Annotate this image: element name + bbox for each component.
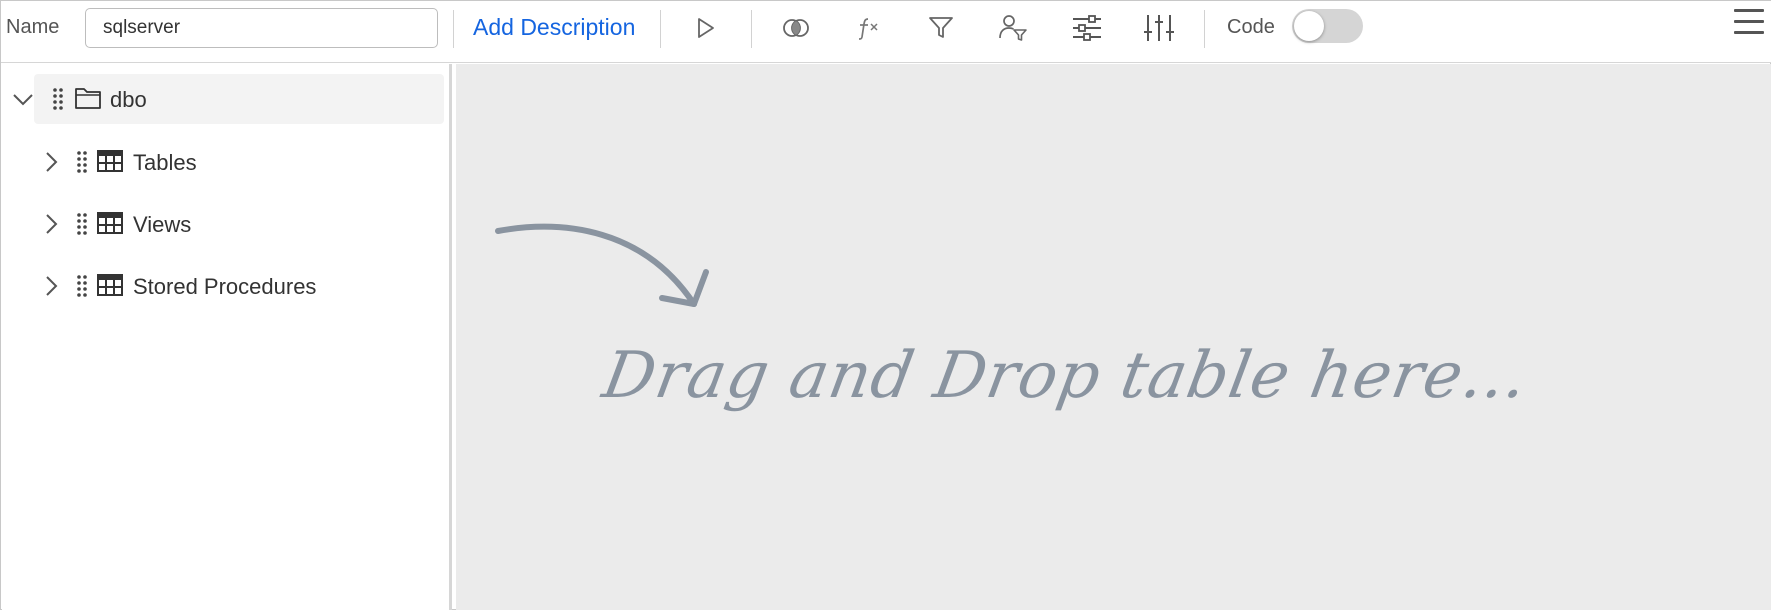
toggle-knob	[1294, 11, 1324, 41]
table-icon	[97, 150, 123, 172]
tree-node-dbo[interactable]: dbo	[34, 74, 444, 124]
drag-handle-icon[interactable]	[52, 87, 64, 111]
menu-button[interactable]	[1732, 6, 1766, 38]
run-icon	[698, 18, 714, 38]
drag-handle-icon[interactable]	[76, 212, 88, 236]
function-icon	[858, 18, 878, 40]
drag-handle-icon[interactable]	[76, 150, 88, 174]
toolbar-separator	[660, 10, 661, 48]
curved-arrow-icon	[495, 223, 709, 307]
tree-node-label: Stored Procedures	[133, 274, 317, 299]
add-description-link[interactable]: Add Description	[473, 14, 635, 41]
code-toggle[interactable]	[1292, 9, 1363, 43]
table-icon	[97, 274, 123, 296]
table-icon	[97, 212, 123, 234]
schema-tree-panel: dbo Tables Views Stored Procedures	[2, 64, 452, 610]
settings-icon	[1073, 15, 1101, 41]
tree-node-views[interactable]: Views	[72, 199, 442, 249]
filter-button[interactable]	[919, 9, 963, 47]
menu-icon	[1734, 9, 1764, 12]
tree-node-label: Views	[133, 212, 192, 237]
name-label: Name	[6, 16, 60, 38]
chevron-right-icon[interactable]	[39, 274, 63, 298]
query-designer-window: Name Add Description	[0, 0, 1771, 610]
chevron-right-icon[interactable]	[39, 212, 63, 236]
function-button[interactable]	[848, 9, 892, 47]
toolbar-separator	[453, 10, 454, 48]
chevron-right-icon[interactable]	[39, 150, 63, 174]
toolbar-separator	[751, 10, 752, 48]
drop-hint-text: Drag and Drop table here...	[597, 339, 1534, 413]
name-input[interactable]	[85, 8, 438, 48]
join-icon	[783, 19, 809, 37]
toolbar: Name Add Description	[1, 1, 1771, 63]
tree-node-label: Tables	[133, 150, 197, 175]
tree-node-stored-procedures[interactable]: Stored Procedures	[72, 261, 442, 311]
drag-handle-icon[interactable]	[76, 274, 88, 298]
sort-button[interactable]	[1137, 9, 1181, 47]
tree-node-tables[interactable]: Tables	[72, 137, 442, 187]
sort-icon	[1144, 15, 1174, 41]
settings-button[interactable]	[1065, 9, 1109, 47]
join-button[interactable]	[774, 9, 818, 47]
run-button[interactable]	[683, 9, 727, 47]
filter-icon	[929, 17, 953, 38]
code-label: Code	[1227, 16, 1275, 38]
folder-icon	[75, 88, 101, 109]
query-canvas-drop-area[interactable]: Drag and Drop table here...	[456, 64, 1771, 610]
user-filter-button[interactable]	[991, 9, 1035, 47]
user-filter-icon	[999, 15, 1027, 41]
chevron-down-icon[interactable]	[11, 87, 35, 111]
toolbar-separator	[1204, 10, 1205, 48]
tree-node-label: dbo	[110, 87, 147, 112]
